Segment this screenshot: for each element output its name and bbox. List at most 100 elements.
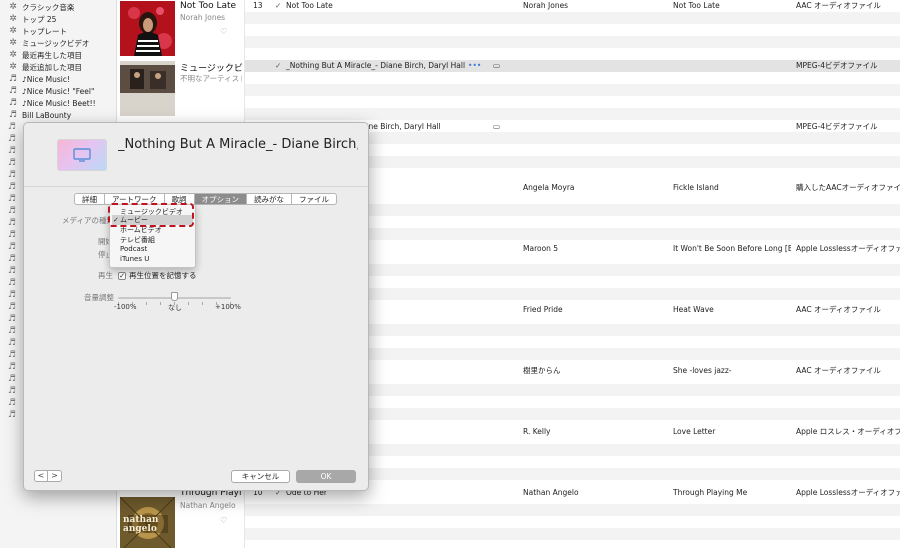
track-artist: Fried Pride — [523, 305, 563, 314]
next-button[interactable]: > — [48, 470, 62, 482]
tab-file[interactable]: ファイル — [292, 193, 338, 205]
sidebar-item-recently-added[interactable]: ✲ 最近追加した項目 — [8, 61, 82, 73]
slider-tick — [160, 302, 161, 305]
sidebar-item-nice-music[interactable]: ♬ ♪Nice Music! — [8, 73, 70, 85]
playlist-icon[interactable]: ♬ — [8, 410, 16, 420]
playlist-icon[interactable]: ♬ — [8, 122, 16, 132]
track-kind: MPEG-4ビデオファイル — [796, 122, 878, 131]
playlist-icon[interactable]: ♬ — [8, 362, 16, 372]
table-row[interactable] — [245, 84, 900, 96]
gear-icon: ✲ — [9, 50, 17, 60]
sidebar-item-label: トップレート — [22, 26, 67, 36]
menu-item-podcast[interactable]: Podcast — [120, 245, 147, 253]
menu-item-itunes-u[interactable]: iTunes U — [120, 255, 149, 263]
track-album: Love Letter — [673, 427, 716, 436]
track-album: Fickle Island — [673, 183, 719, 192]
track-album: It Won't Be Soon Before Long [Bo... — [673, 244, 791, 253]
slider-knob[interactable] — [171, 292, 178, 301]
playlist-icon[interactable]: ♬ — [8, 254, 16, 264]
tab-sorting[interactable]: 読みがな — [247, 193, 293, 205]
sidebar-item-music-videos[interactable]: ✲ ミュージックビデオ — [8, 37, 89, 49]
playlist-icon[interactable]: ♬ — [8, 350, 16, 360]
playlist-icon[interactable]: ♬ — [8, 146, 16, 156]
table-row[interactable]: 13 ✓ Not Too Late Norah Jones Not Too La… — [245, 0, 900, 12]
album-artist: Nathan Angelo — [180, 501, 236, 510]
playlist-icon: ♬ — [8, 110, 18, 120]
sidebar-item-classical[interactable]: ✲ クラシック音楽 — [8, 1, 74, 13]
track-album: Heat Wave — [673, 305, 714, 314]
video-thumbnail — [57, 139, 107, 171]
playlist-icon[interactable]: ♬ — [8, 206, 16, 216]
album-artist: 不明なアーティスト — [180, 74, 242, 83]
track-checkbox[interactable]: ✓ — [275, 0, 283, 12]
remember-position-row[interactable]: ✓ 再生位置を記憶する — [118, 270, 197, 281]
sidebar-item-label: 最近追加した項目 — [22, 62, 82, 72]
playlist-icon[interactable]: ♬ — [8, 266, 16, 276]
video-icon: ▭ — [493, 61, 501, 70]
cancel-button[interactable]: キャンセル — [231, 470, 290, 483]
playlist-icon[interactable]: ♬ — [8, 278, 16, 288]
track-name: _Nothing But A Miracle_- Diane Birch, Da… — [286, 60, 491, 72]
heart-icon[interactable]: ♡ — [220, 27, 227, 36]
playlist-icon[interactable]: ♬ — [8, 326, 16, 336]
table-row-selected[interactable]: ✓ _Nothing But A Miracle_- Diane Birch, … — [245, 60, 900, 72]
table-row[interactable] — [245, 108, 900, 120]
playlist-icon[interactable]: ♬ — [8, 242, 16, 252]
gear-icon: ✲ — [9, 26, 17, 36]
song-info-dialog: _Nothing But A Miracle_- Diane Birch, Da… — [23, 122, 369, 491]
sidebar-item-top-rated[interactable]: ✲ トップレート — [8, 25, 67, 37]
ok-button[interactable]: OK — [296, 470, 356, 483]
prev-next-buttons: < > — [34, 470, 62, 482]
album-cover-text: nathan angelo — [123, 515, 159, 534]
playlist-icon[interactable]: ♬ — [8, 302, 16, 312]
movie-icon — [73, 148, 91, 162]
album-music-videos[interactable]: ミュージックビデ... 不明なアーティスト — [117, 60, 245, 122]
table-row[interactable] — [245, 504, 900, 516]
track-checkbox[interactable]: ✓ — [275, 60, 283, 72]
playlist-icon[interactable]: ♬ — [8, 230, 16, 240]
sidebar-item-bill-labounty[interactable]: ♬ Bill LaBounty — [8, 109, 71, 121]
sidebar-item-label: 最近再生した項目 — [22, 50, 82, 60]
sidebar-item-nice-music-beet[interactable]: ♬ ♪Nice Music! Beet!! — [8, 97, 96, 109]
sidebar-item-recently-played[interactable]: ✲ 最近再生した項目 — [8, 49, 82, 61]
sidebar-item-label: クラシック音楽 — [22, 2, 75, 12]
playlist-icon[interactable]: ♬ — [8, 218, 16, 228]
album-artwork — [120, 61, 175, 116]
menu-item-tv-show[interactable]: テレビ番組 — [120, 235, 155, 245]
playlist-icon[interactable]: ♬ — [8, 182, 16, 192]
track-kind: 購入したAACオーディオファイル — [796, 183, 900, 192]
table-row[interactable] — [245, 528, 900, 540]
playlist-icon[interactable]: ♬ — [8, 134, 16, 144]
heart-icon[interactable]: ♡ — [220, 516, 227, 525]
volume-label: 音量調整 — [84, 293, 114, 302]
playlist-icon[interactable]: ♬ — [8, 170, 16, 180]
sidebar-item-top25[interactable]: ✲ トップ 25 — [8, 13, 56, 25]
album-not-too-late[interactable]: Not Too Late Norah Jones ♡ — [117, 0, 245, 62]
playlist-icon[interactable]: ♬ — [8, 374, 16, 384]
playlist-icon[interactable]: ♬ — [8, 314, 16, 324]
table-row[interactable] — [245, 12, 900, 24]
slider-tick — [188, 302, 189, 305]
sidebar-item-nice-music-feel[interactable]: ♬ ♪Nice Music! "Feel" — [8, 85, 95, 97]
album-artwork: nathan angelo — [120, 497, 175, 548]
slider-tick — [202, 302, 203, 305]
tab-options[interactable]: オプション — [194, 193, 248, 205]
table-row[interactable] — [245, 36, 900, 48]
sidebar-item-label: ♪Nice Music! Beet!! — [22, 98, 96, 108]
slider-min-label: -100% — [114, 303, 137, 311]
playlist-icon[interactable]: ♬ — [8, 386, 16, 396]
tab-details[interactable]: 詳細 — [74, 193, 105, 205]
track-kind: Apple ロスレス・オーディオファイル — [796, 427, 900, 436]
more-options-icon[interactable]: ••• — [468, 61, 481, 70]
album-through-playing-me[interactable]: nathan angelo Through Playin... Nathan A… — [117, 487, 245, 548]
dialog-title: _Nothing But A Miracle_- Diane Birch, Da… — [118, 137, 358, 152]
playlist-icon[interactable]: ♬ — [8, 398, 16, 408]
playlist-icon[interactable]: ♬ — [8, 194, 16, 204]
playlist-icon[interactable]: ♬ — [8, 338, 16, 348]
track-kind: AAC オーディオファイル — [796, 1, 881, 10]
previous-button[interactable]: < — [34, 470, 48, 482]
track-kind: MPEG-4ビデオファイル — [796, 61, 878, 70]
remember-position-checkbox[interactable]: ✓ — [118, 271, 126, 280]
playlist-icon[interactable]: ♬ — [8, 158, 16, 168]
playlist-icon[interactable]: ♬ — [8, 290, 16, 300]
